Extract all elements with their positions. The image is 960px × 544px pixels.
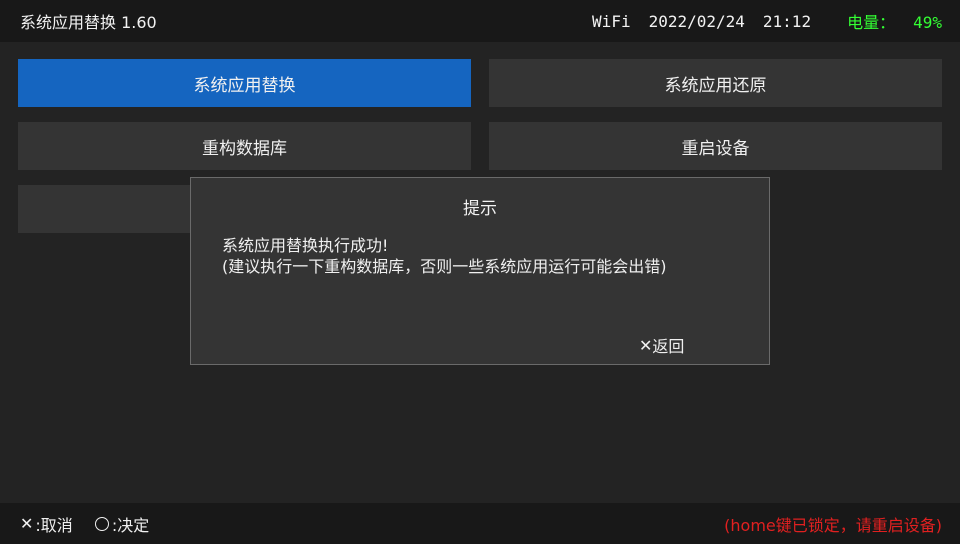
hint-cancel-label: :取消 [35, 515, 73, 535]
menu-button-rebuild-database[interactable]: 重构数据库 [18, 122, 471, 170]
battery-indicator: 电量： 49% [829, 9, 942, 33]
status-area: WiFi 2022/02/24 21:12 电量： 49% [592, 9, 942, 33]
cross-icon: ✕ [639, 335, 653, 355]
hint-confirm-label: :决定 [111, 515, 150, 535]
hint-cancel: ✕ :取消 [20, 512, 73, 536]
menu-button-replace[interactable]: 系统应用替换 [18, 59, 471, 107]
battery-percent: 49% [913, 13, 942, 32]
top-status-bar: 系统应用替换 1.60 WiFi 2022/02/24 21:12 电量： 49% [0, 0, 960, 42]
dialog-back-button[interactable]: ✕ 返回 [639, 333, 684, 357]
dialog-title: 提示 [463, 199, 497, 219]
status-time: 21:12 [762, 11, 812, 31]
status-date: 2022/02/24 [648, 11, 745, 31]
app-screen: 系统应用替换 1.60 WiFi 2022/02/24 21:12 电量： 49%… [0, 0, 960, 544]
wifi-indicator: WiFi [592, 11, 631, 31]
circle-icon [94, 516, 109, 531]
menu-button-restore[interactable]: 系统应用还原 [489, 59, 942, 107]
dialog-hint: (建议执行一下重构数据库，否则一些系统应用运行可能会出错) [222, 257, 667, 276]
bottom-hint-bar: ✕ :取消 :决定 (home键已锁定，请重启设备) [0, 503, 960, 544]
result-dialog: 提示 系统应用替换执行成功! (建议执行一下重构数据库，否则一些系统应用运行可能… [190, 177, 770, 365]
dialog-back-label: 返回 [652, 337, 685, 356]
app-title: 系统应用替换 1.60 [20, 13, 157, 32]
cross-icon: ✕ [20, 514, 34, 533]
home-lock-notice: (home键已锁定，请重启设备) [724, 515, 942, 535]
button-hints: ✕ :取消 :决定 [20, 512, 171, 536]
hint-confirm: :决定 [94, 512, 150, 536]
battery-label: 电量： [847, 13, 896, 32]
menu-button-reboot[interactable]: 重启设备 [489, 122, 942, 170]
